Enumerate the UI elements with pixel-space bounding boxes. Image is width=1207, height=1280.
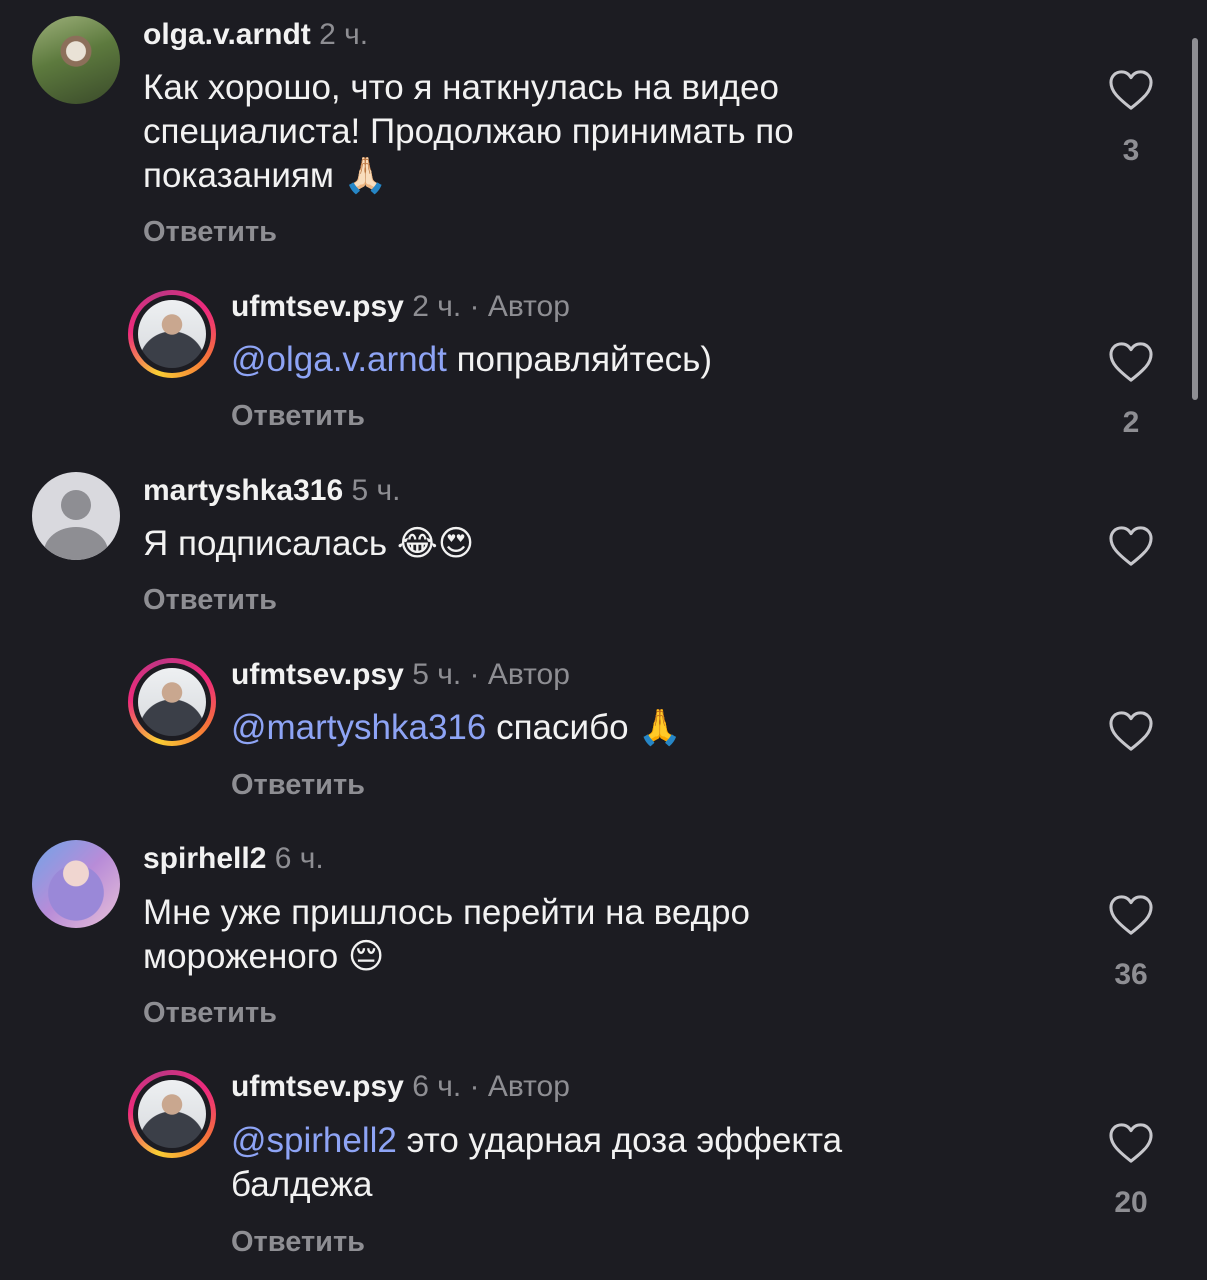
comment-time: 6 ч. [274, 842, 324, 875]
comment-text: Как хорошо, что я наткнулась на видео сп… [143, 66, 973, 198]
comment-time: 5 ч. [351, 474, 401, 507]
comment-text-body: Мне уже пришлось перейти на ведро мороже… [143, 893, 750, 976]
comment-meta: martyshka316 5 ч. [143, 474, 400, 508]
comment-username[interactable]: ufmtsev.psy [231, 1070, 404, 1103]
comment-meta: olga.v.arndt 2 ч. [143, 18, 368, 52]
heart-outline-icon [1109, 70, 1153, 110]
like-button[interactable] [1108, 525, 1154, 567]
reply-button[interactable]: Ответить [143, 584, 277, 617]
like-button[interactable] [1108, 69, 1154, 111]
reply-button[interactable]: Ответить [231, 1226, 365, 1259]
reply-button[interactable]: Ответить [143, 216, 277, 249]
like-count: 2 [1122, 406, 1140, 439]
like-button[interactable] [1108, 894, 1154, 936]
author-avatar-photo [138, 1080, 206, 1148]
author-avatar-story-ring[interactable] [128, 658, 216, 746]
author-avatar-story-ring[interactable] [128, 290, 216, 378]
like-count: 36 [1114, 958, 1148, 991]
comment-text-body: спасибо 🙏 [496, 708, 682, 747]
comment-reply-item: ufmtsev.psy 5 ч. · Автор @martyshka316 с… [0, 640, 1180, 830]
heart-outline-icon [1109, 526, 1153, 566]
heart-outline-icon [1109, 895, 1153, 935]
comment-time: 5 ч. · [412, 658, 480, 691]
heart-outline-icon [1109, 342, 1153, 382]
author-avatar-photo [138, 668, 206, 736]
heart-outline-icon [1109, 1123, 1153, 1163]
author-avatar-story-ring[interactable] [128, 1070, 216, 1158]
comment-username[interactable]: ufmtsev.psy [231, 290, 404, 323]
scrollbar[interactable] [1192, 38, 1198, 400]
comment-item: olga.v.arndt 2 ч. Как хорошо, что я натк… [0, 0, 1180, 270]
comment-reply-item: ufmtsev.psy 2 ч. · Автор @olga.v.arndt п… [0, 270, 1180, 460]
comment-meta: ufmtsev.psy 6 ч. · Автор [231, 1070, 570, 1104]
mention-link[interactable]: @spirhell2 [231, 1121, 397, 1160]
user-avatar[interactable] [32, 16, 120, 104]
comment-text-body: Как хорошо, что я наткнулась на видео сп… [143, 68, 794, 195]
user-avatar[interactable] [32, 840, 120, 928]
comment-username[interactable]: ufmtsev.psy [231, 658, 404, 691]
comment-text-body: Я подписалась 😂😍 [143, 524, 475, 563]
comment-reply-item: ufmtsev.psy 6 ч. · Автор @spirhell2 это … [0, 1050, 1180, 1280]
mention-link[interactable]: @martyshka316 [231, 708, 486, 747]
author-avatar-photo [138, 300, 206, 368]
author-badge: Автор [487, 658, 570, 691]
comment-time: 2 ч. · [412, 290, 480, 323]
default-avatar[interactable] [32, 472, 120, 560]
comment-text: Я подписалась 😂😍 [143, 522, 973, 566]
comment-time: 2 ч. [319, 18, 369, 51]
heart-outline-icon [1109, 711, 1153, 751]
comment-meta: ufmtsev.psy 5 ч. · Автор [231, 658, 570, 692]
comment-text: @martyshka316 спасибо 🙏 [231, 706, 1031, 750]
comment-meta: ufmtsev.psy 2 ч. · Автор [231, 290, 570, 324]
comment-text: @olga.v.arndt поправляйтесь) [231, 338, 1031, 382]
reply-button[interactable]: Ответить [231, 400, 365, 433]
default-avatar-head [61, 490, 91, 520]
like-button[interactable] [1108, 1122, 1154, 1164]
comment-text: @spirhell2 это ударная доза эффекта балд… [231, 1119, 961, 1207]
comment-username[interactable]: martyshka316 [143, 474, 343, 507]
like-button[interactable] [1108, 710, 1154, 752]
like-button[interactable] [1108, 341, 1154, 383]
comment-text-body: поправляйтесь) [456, 340, 713, 379]
comment-time: 6 ч. · [412, 1070, 480, 1103]
comment-meta: spirhell2 6 ч. [143, 842, 324, 876]
like-count: 3 [1122, 134, 1140, 167]
mention-link[interactable]: @olga.v.arndt [231, 340, 447, 379]
reply-button[interactable]: Ответить [143, 997, 277, 1030]
comment-username[interactable]: spirhell2 [143, 842, 266, 875]
comment-item: martyshka316 5 ч. Я подписалась 😂😍 Ответ… [0, 460, 1180, 640]
comment-item: spirhell2 6 ч. Мне уже пришлось перейти … [0, 830, 1180, 1050]
default-avatar-shoulders [44, 527, 108, 560]
reply-button[interactable]: Ответить [231, 769, 365, 802]
author-badge: Автор [487, 1070, 570, 1103]
comment-username[interactable]: olga.v.arndt [143, 18, 311, 51]
author-badge: Автор [487, 290, 570, 323]
like-count: 20 [1114, 1186, 1148, 1219]
comment-text: Мне уже пришлось перейти на ведро мороже… [143, 891, 933, 979]
